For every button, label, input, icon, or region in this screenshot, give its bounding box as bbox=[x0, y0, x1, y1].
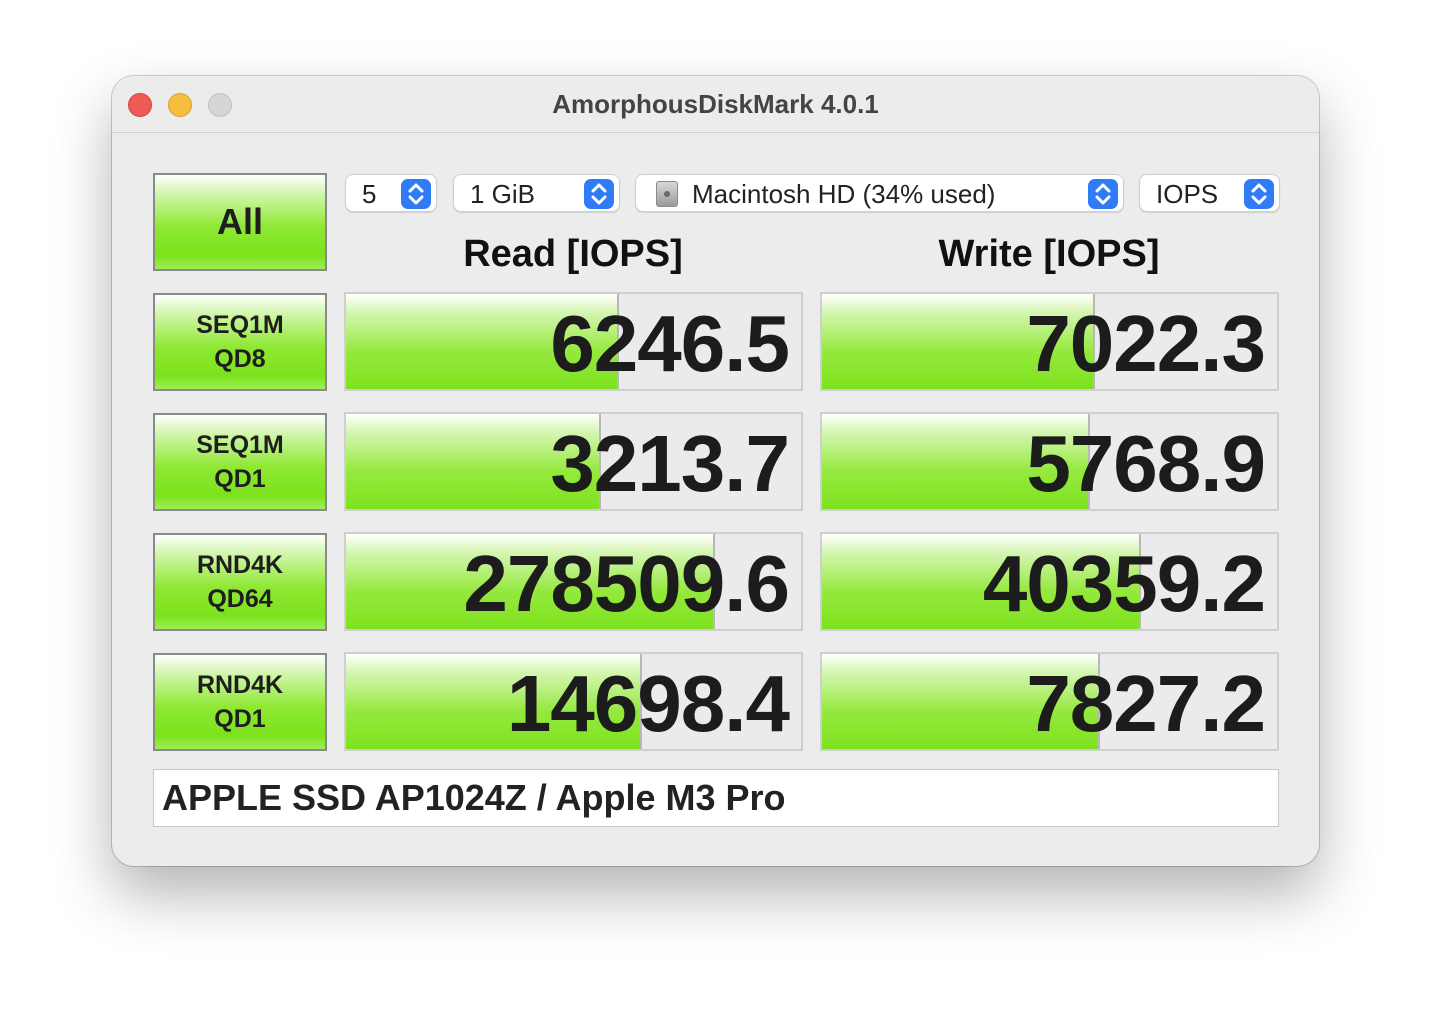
test-name-line2: QD8 bbox=[214, 345, 266, 373]
target-disk-value: Macintosh HD (34% used) bbox=[692, 179, 996, 209]
app-window: AmorphousDiskMark 4.0.1 All 5 1 GiB Maci… bbox=[112, 76, 1319, 866]
read-value: 14698.4 bbox=[506, 659, 790, 748]
read-value: 6246.5 bbox=[550, 299, 790, 388]
test-count-select[interactable]: 5 bbox=[345, 174, 437, 212]
up-down-stepper-icon bbox=[584, 179, 614, 209]
test-button-rnd4k-qd64[interactable]: RND4K QD64 bbox=[153, 533, 327, 631]
write-value: 40359.2 bbox=[982, 539, 1266, 628]
title-bar: AmorphousDiskMark 4.0.1 bbox=[112, 76, 1319, 133]
read-result-rnd4k-qd1: 14698.4 bbox=[344, 652, 803, 751]
read-result-seq1m-qd8: 6246.5 bbox=[344, 292, 803, 391]
write-result-seq1m-qd8: 7022.3 bbox=[820, 292, 1279, 391]
up-down-stepper-icon bbox=[1244, 179, 1274, 209]
test-name-line2: QD1 bbox=[214, 705, 266, 733]
write-value: 5768.9 bbox=[1026, 419, 1266, 508]
read-column-header: Read [IOPS] bbox=[463, 233, 683, 275]
target-disk-select[interactable]: Macintosh HD (34% used) bbox=[635, 174, 1124, 212]
read-result-rnd4k-qd64: 278509.6 bbox=[344, 532, 803, 631]
unit-value: IOPS bbox=[1156, 179, 1219, 209]
write-value: 7827.2 bbox=[1026, 659, 1266, 748]
test-size-value: 1 GiB bbox=[470, 179, 536, 209]
unit-select[interactable]: IOPS bbox=[1139, 174, 1280, 212]
test-name-line1: SEQ1M bbox=[196, 311, 284, 339]
test-name-line1: RND4K bbox=[196, 551, 284, 579]
test-name-line1: SEQ1M bbox=[196, 431, 284, 459]
test-name-line1: RND4K bbox=[196, 671, 284, 699]
read-value: 3213.7 bbox=[550, 419, 790, 508]
test-size-select[interactable]: 1 GiB bbox=[453, 174, 620, 212]
window-title: AmorphousDiskMark 4.0.1 bbox=[552, 89, 879, 119]
write-result-rnd4k-qd64: 40359.2 bbox=[820, 532, 1279, 631]
write-result-seq1m-qd1: 5768.9 bbox=[820, 412, 1279, 511]
write-value: 7022.3 bbox=[1026, 299, 1266, 388]
run-all-button[interactable]: All bbox=[153, 173, 327, 271]
read-result-seq1m-qd1: 3213.7 bbox=[344, 412, 803, 511]
test-button-seq1m-qd1[interactable]: SEQ1M QD1 bbox=[153, 413, 327, 511]
write-result-rnd4k-qd1: 7827.2 bbox=[820, 652, 1279, 751]
read-value: 278509.6 bbox=[463, 539, 790, 628]
hard-disk-icon bbox=[656, 181, 678, 207]
test-count-value: 5 bbox=[362, 179, 377, 209]
test-name-line2: QD64 bbox=[207, 585, 273, 613]
device-info-field[interactable]: APPLE SSD AP1024Z / Apple M3 Pro bbox=[153, 769, 1279, 827]
test-button-seq1m-qd8[interactable]: SEQ1M QD8 bbox=[153, 293, 327, 391]
up-down-stepper-icon bbox=[401, 179, 431, 209]
test-button-rnd4k-qd1[interactable]: RND4K QD1 bbox=[153, 653, 327, 751]
write-column-header: Write [IOPS] bbox=[938, 233, 1160, 275]
test-name-line2: QD1 bbox=[214, 465, 266, 493]
up-down-stepper-icon bbox=[1088, 179, 1118, 209]
run-all-label: All bbox=[216, 201, 263, 242]
